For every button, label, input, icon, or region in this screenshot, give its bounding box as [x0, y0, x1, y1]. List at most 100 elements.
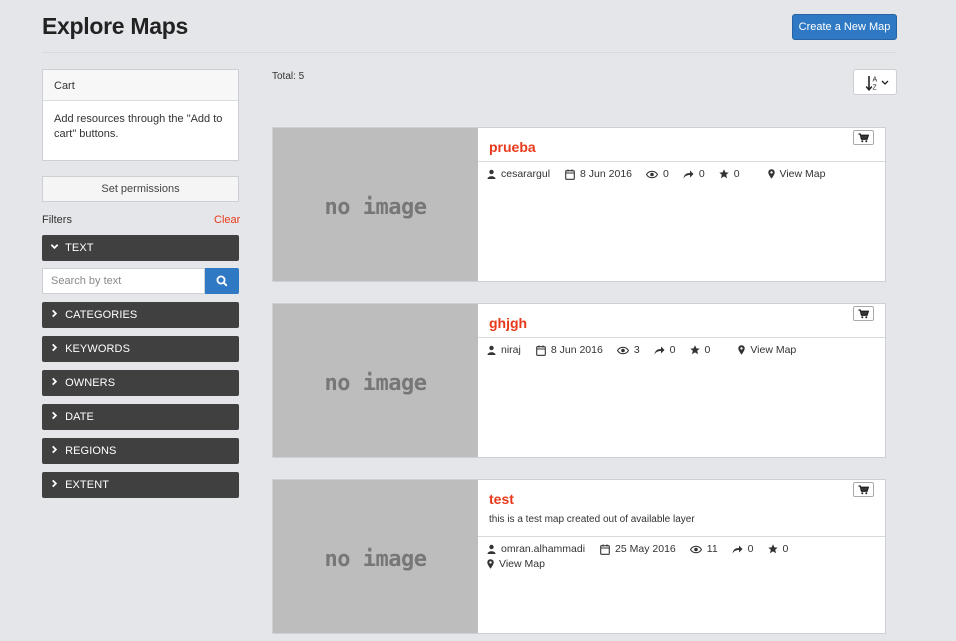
no-image-placeholder: no image [324, 547, 427, 572]
rating-count: 0 [704, 344, 711, 356]
create-new-map-button[interactable]: Create a New Map [792, 14, 897, 40]
rating-count: 0 [733, 168, 740, 180]
view-count: 3 [633, 344, 640, 356]
shares: 0 [654, 344, 676, 356]
rating: 0 [718, 168, 740, 180]
add-to-cart-button[interactable] [853, 130, 874, 145]
map-thumbnail[interactable]: no image [273, 480, 478, 633]
chevron-right-icon [50, 303, 62, 329]
owner[interactable]: niraj [487, 344, 521, 356]
chevron-right-icon [50, 337, 62, 363]
view-map-link[interactable]: View Map [767, 168, 826, 180]
owner[interactable]: cesarargul [487, 168, 550, 180]
view-map-label: View Map [779, 168, 826, 180]
map-meta: cesarargul 8 Jun 2016 0 0 0 View Map [487, 168, 825, 180]
filter-text-toggle[interactable]: TEXT [42, 235, 239, 261]
star-icon [767, 544, 778, 554]
shares: 0 [732, 543, 754, 555]
rating-count: 0 [782, 543, 789, 555]
map-meta-secondary: View Map [487, 558, 545, 570]
header-divider [42, 52, 897, 53]
filter-date-toggle[interactable]: DATE [42, 404, 239, 430]
views: 11 [689, 543, 718, 555]
eye-icon [689, 545, 702, 553]
share-icon [683, 170, 694, 178]
calendar-icon [600, 544, 610, 555]
star-icon [689, 345, 700, 355]
card-divider [478, 536, 885, 537]
filter-owners-toggle[interactable]: OWNERS [42, 370, 239, 396]
eye-icon [646, 170, 658, 178]
map-card: no image ghjgh niraj 8 Jun 2016 3 0 0 Vi… [272, 303, 886, 458]
user-icon [487, 544, 496, 554]
filter-categories-toggle[interactable]: CATEGORIES [42, 302, 239, 328]
add-to-cart-button[interactable] [853, 482, 874, 497]
calendar-icon [565, 169, 575, 180]
date: 8 Jun 2016 [565, 168, 632, 180]
map-description: this is a test map created out of availa… [489, 514, 695, 525]
owner-name: niraj [501, 344, 521, 356]
map-marker-icon [487, 559, 494, 569]
share-count: 0 [747, 543, 754, 555]
cart-message: Add resources through the "Add to cart" … [54, 113, 223, 140]
map-meta: niraj 8 Jun 2016 3 0 0 View Map [487, 344, 796, 356]
filter-regions-toggle[interactable]: REGIONS [42, 438, 239, 464]
filter-keywords-label: KEYWORDS [65, 343, 131, 355]
user-icon [487, 345, 496, 355]
cart-icon [858, 133, 870, 143]
filter-categories-label: CATEGORIES [65, 309, 138, 321]
cart-panel: Cart Add resources through the "Add to c… [42, 69, 239, 161]
text-search [42, 268, 239, 294]
filter-extent-toggle[interactable]: EXTENT [42, 472, 239, 498]
map-thumbnail[interactable]: no image [273, 128, 478, 281]
chevron-right-icon [50, 439, 62, 465]
view-count: 0 [663, 168, 669, 180]
date-text: 8 Jun 2016 [550, 344, 603, 356]
filter-regions-label: REGIONS [65, 445, 117, 457]
clear-filters-link[interactable]: Clear [214, 214, 240, 226]
map-title[interactable]: prueba [489, 139, 536, 155]
search-icon [216, 275, 228, 287]
filter-date-label: DATE [65, 411, 94, 423]
set-permissions-button[interactable]: Set permissions [42, 176, 239, 202]
shares: 0 [683, 168, 705, 180]
filter-text-label: TEXT [65, 242, 94, 254]
map-card: no image prueba cesarargul 8 Jun 2016 0 … [272, 127, 886, 282]
views: 3 [616, 344, 640, 356]
add-to-cart-button[interactable] [853, 306, 874, 321]
map-title[interactable]: ghjgh [489, 315, 527, 331]
filter-owners-label: OWNERS [65, 377, 116, 389]
search-input[interactable] [42, 268, 205, 294]
share-count: 0 [698, 168, 705, 180]
no-image-placeholder: no image [324, 371, 427, 396]
card-divider [478, 337, 885, 338]
view-map-link[interactable]: View Map [738, 344, 796, 356]
chevron-down-icon [50, 236, 62, 262]
owner[interactable]: omran.alhammadi [487, 543, 585, 555]
sort-alpha-icon: A Z [865, 76, 889, 92]
map-marker-icon [738, 345, 746, 355]
filters-label: Filters [42, 214, 72, 226]
star-icon [718, 169, 729, 179]
page-title: Explore Maps [42, 13, 188, 39]
total-count: Total: 5 [272, 71, 305, 82]
cart-title: Cart [43, 70, 238, 101]
svg-text:Z: Z [873, 85, 878, 92]
filter-extent-label: EXTENT [65, 479, 110, 491]
map-marker-icon [767, 169, 775, 179]
share-icon [732, 545, 743, 553]
sort-dropdown[interactable]: A Z [853, 69, 897, 95]
filter-keywords-toggle[interactable]: KEYWORDS [42, 336, 239, 362]
map-card: no image test this is a test map created… [272, 479, 886, 634]
search-button[interactable] [205, 268, 239, 294]
owner-name: cesarargul [501, 168, 551, 180]
view-count: 11 [706, 543, 718, 555]
card-divider [478, 161, 885, 162]
view-map-link[interactable]: View Map [487, 558, 545, 570]
map-thumbnail[interactable]: no image [273, 304, 478, 457]
chevron-right-icon [50, 473, 62, 499]
no-image-placeholder: no image [324, 195, 427, 220]
date-text: 25 May 2016 [615, 543, 676, 555]
date-text: 8 Jun 2016 [580, 168, 632, 180]
map-title[interactable]: test [489, 491, 514, 507]
